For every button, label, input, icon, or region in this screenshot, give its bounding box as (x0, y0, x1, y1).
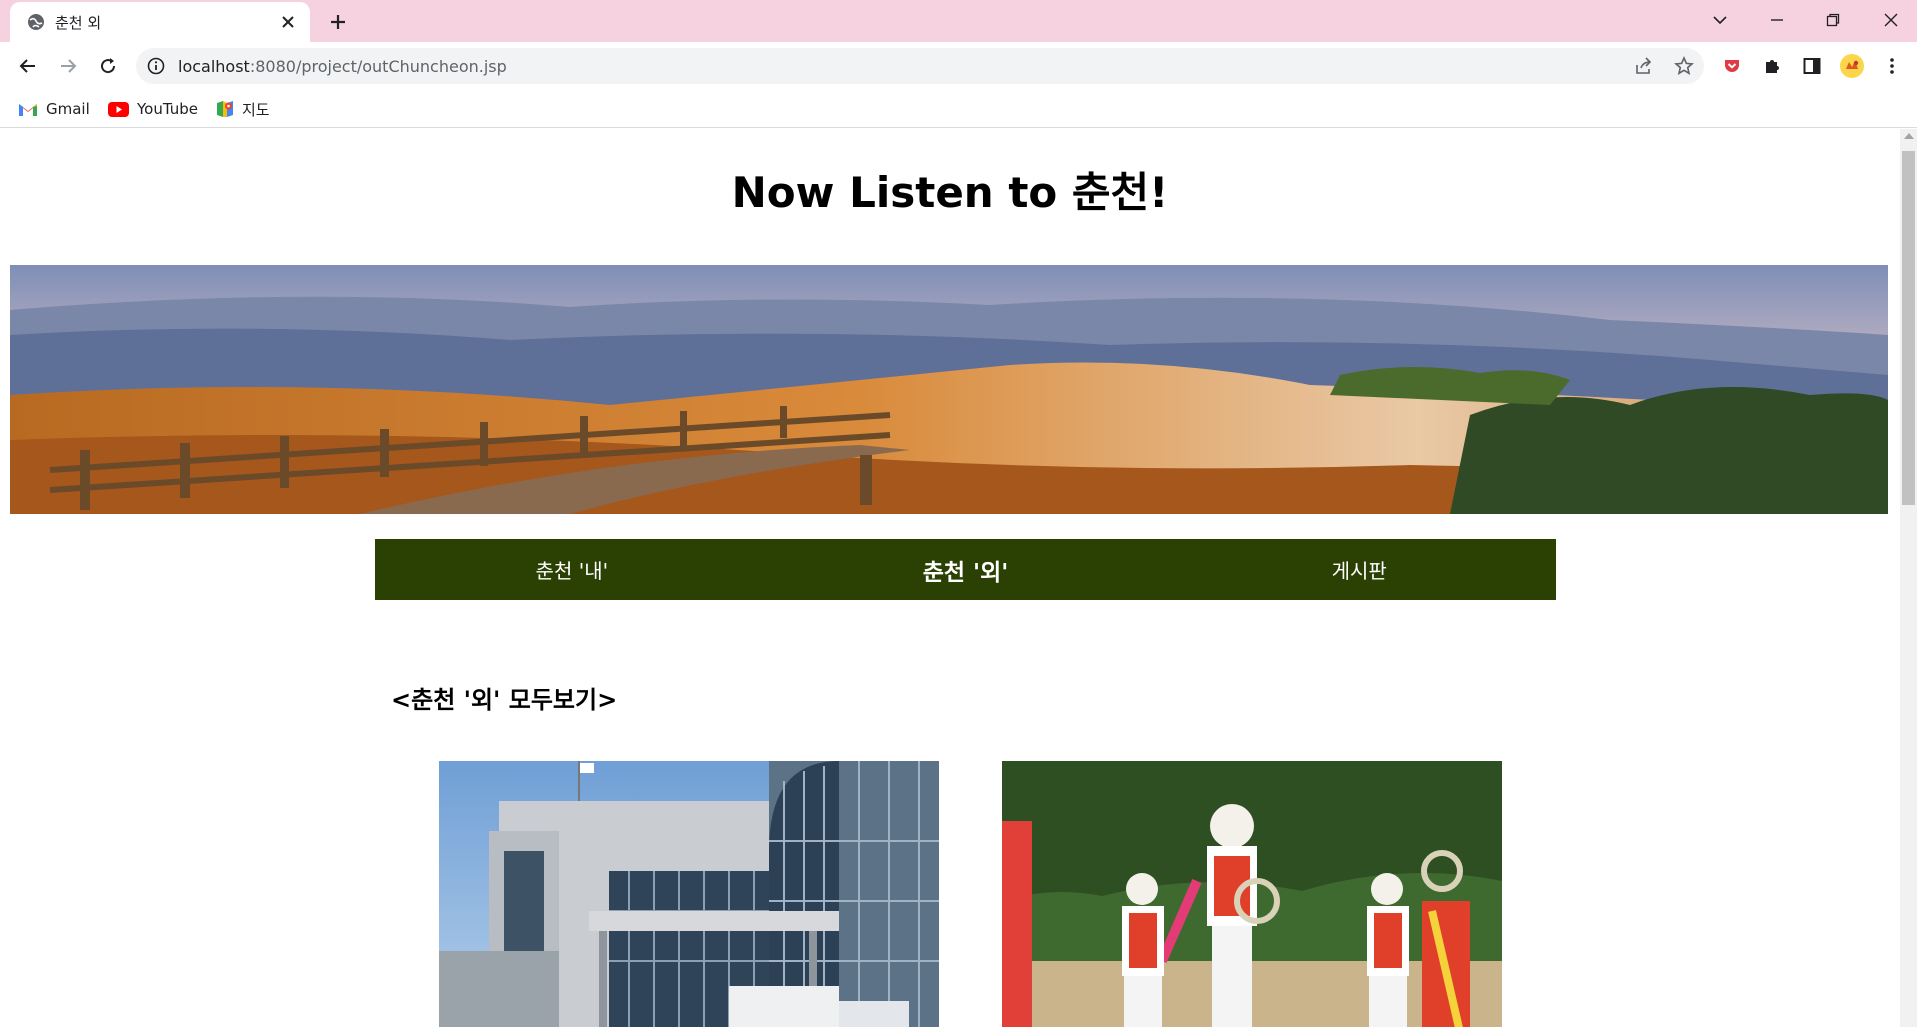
youtube-icon (108, 101, 129, 117)
tab-title: 춘천 외 (55, 14, 102, 32)
page-title: Now Listen to 춘천! (731, 168, 1169, 217)
bookmark-label: YouTube (137, 100, 198, 118)
nav-chuncheon-nae[interactable]: 춘천 '내' (375, 539, 769, 600)
bookmark-label: Gmail (46, 100, 90, 118)
address-bar[interactable]: localhost:8080/project/outChuncheon.jsp (136, 48, 1704, 84)
maps-icon (217, 101, 233, 117)
url-host: localhost (178, 57, 250, 76)
gmail-icon (19, 103, 37, 116)
page-viewport: Now Listen to 춘천! 춘천 '내' 춘천 '외' 게시판 <춘천 … (0, 129, 1900, 1027)
close-tab-icon[interactable] (276, 10, 300, 34)
share-icon[interactable] (1632, 54, 1656, 78)
site-info-icon[interactable] (146, 56, 166, 76)
arts-center-image[interactable] (439, 761, 939, 1027)
farmers-dance-image[interactable] (1002, 761, 1502, 1027)
nav-board[interactable]: 게시판 (1162, 539, 1556, 600)
side-panel-icon[interactable] (1800, 54, 1824, 78)
bookmark-youtube[interactable]: YouTube (108, 98, 198, 120)
url-text: localhost:8080/project/outChuncheon.jsp (178, 57, 507, 76)
page-scrollbar[interactable] (1900, 129, 1917, 1027)
browser-toolbar: localhost:8080/project/outChuncheon.jsp (0, 42, 1917, 90)
tab-strip: 춘천 외 (0, 0, 1917, 42)
url-path: :8080/project/outChuncheon.jsp (249, 57, 507, 76)
globe-icon (26, 12, 46, 32)
back-arrow-icon[interactable] (12, 50, 44, 82)
chrome-menu-icon[interactable] (1880, 54, 1904, 78)
minimize-button[interactable] (1752, 4, 1802, 36)
nav-chuncheon-oe[interactable]: 춘천 '외' (769, 539, 1163, 600)
bookmark-label: 지도 (242, 100, 270, 119)
new-tab-button[interactable] (324, 8, 352, 36)
browser-tab[interactable]: 춘천 외 (10, 2, 310, 42)
restore-button[interactable] (1808, 4, 1858, 36)
bookmark-star-icon[interactable] (1672, 54, 1696, 78)
reload-icon[interactable] (92, 50, 124, 82)
main-nav: 춘천 '내' 춘천 '외' 게시판 (375, 539, 1556, 600)
bookmark-gmail[interactable]: Gmail (18, 98, 90, 120)
bookmark-maps[interactable]: 지도 (216, 98, 270, 120)
scroll-thumb[interactable] (1902, 151, 1915, 505)
forward-arrow-icon[interactable] (52, 50, 84, 82)
close-window-button[interactable] (1866, 4, 1916, 36)
section-heading: <춘천 '외' 모두보기> (391, 686, 618, 714)
tab-search-icon[interactable] (1695, 4, 1745, 36)
extensions-puzzle-icon[interactable] (1760, 54, 1784, 78)
banner-image (10, 265, 1888, 514)
profile-avatar-icon[interactable] (1840, 54, 1864, 78)
scroll-up-arrow-icon[interactable] (1904, 133, 1914, 139)
bookmarks-bar: Gmail YouTube 지도 (0, 90, 1917, 128)
pocket-extension-icon[interactable] (1720, 54, 1744, 78)
